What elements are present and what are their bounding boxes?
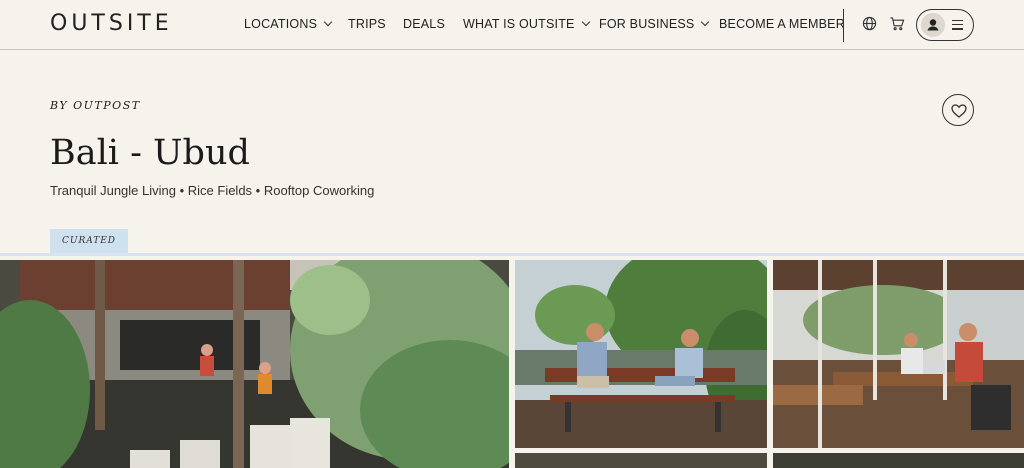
account-menu-button[interactable] <box>916 9 974 41</box>
nav-trips[interactable]: TRIPS <box>348 17 386 31</box>
gallery-photo-terrace[interactable] <box>515 260 767 448</box>
nav-what-is-outsite-label: WHAT IS OUTSITE <box>463 17 575 31</box>
nav-deals[interactable]: DEALS <box>403 17 445 31</box>
outsite-logo[interactable]: OUTSITE <box>50 11 173 36</box>
nav-divider <box>843 9 844 42</box>
gallery-photo-coworking[interactable] <box>773 260 1024 448</box>
chevron-down-icon <box>581 17 590 27</box>
globe-icon[interactable] <box>862 16 878 32</box>
favorite-button[interactable] <box>942 94 974 126</box>
header-divider <box>0 253 1024 256</box>
gallery-photo-lounge[interactable] <box>515 453 767 468</box>
curated-badge: CURATED <box>50 229 128 253</box>
chevron-down-icon <box>323 17 333 27</box>
nav-for-business-label: FOR BUSINESS <box>599 17 695 31</box>
nav-locations-label: LOCATIONS <box>244 17 318 31</box>
location-subtitle: Tranquil Jungle Living • Rice Fields • R… <box>50 183 375 198</box>
gallery-photo-courtyard[interactable] <box>0 260 509 468</box>
nav-what-is-outsite[interactable]: WHAT IS OUTSITE <box>463 17 590 31</box>
menu-icon <box>952 20 963 33</box>
page-title: Bali - Ubud <box>50 133 250 173</box>
cart-icon[interactable] <box>889 16 905 32</box>
nav-locations[interactable]: LOCATIONS <box>244 17 333 31</box>
nav-deals-label: DEALS <box>403 17 445 31</box>
heart-icon <box>951 104 967 118</box>
host-byline: BY OUTPOST <box>50 99 141 112</box>
nav-become-a-member-label: BECOME A MEMBER <box>719 17 845 31</box>
gallery-photo-garden[interactable] <box>773 453 1024 468</box>
nav-trips-label: TRIPS <box>348 17 386 31</box>
nav-become-a-member[interactable]: BECOME A MEMBER <box>719 17 845 31</box>
nav-for-business[interactable]: FOR BUSINESS <box>599 17 710 31</box>
user-icon <box>921 13 945 37</box>
top-navigation: OUTSITE LOCATIONS TRIPS DEALS WHAT IS OU… <box>0 0 1024 50</box>
chevron-down-icon <box>701 17 710 27</box>
